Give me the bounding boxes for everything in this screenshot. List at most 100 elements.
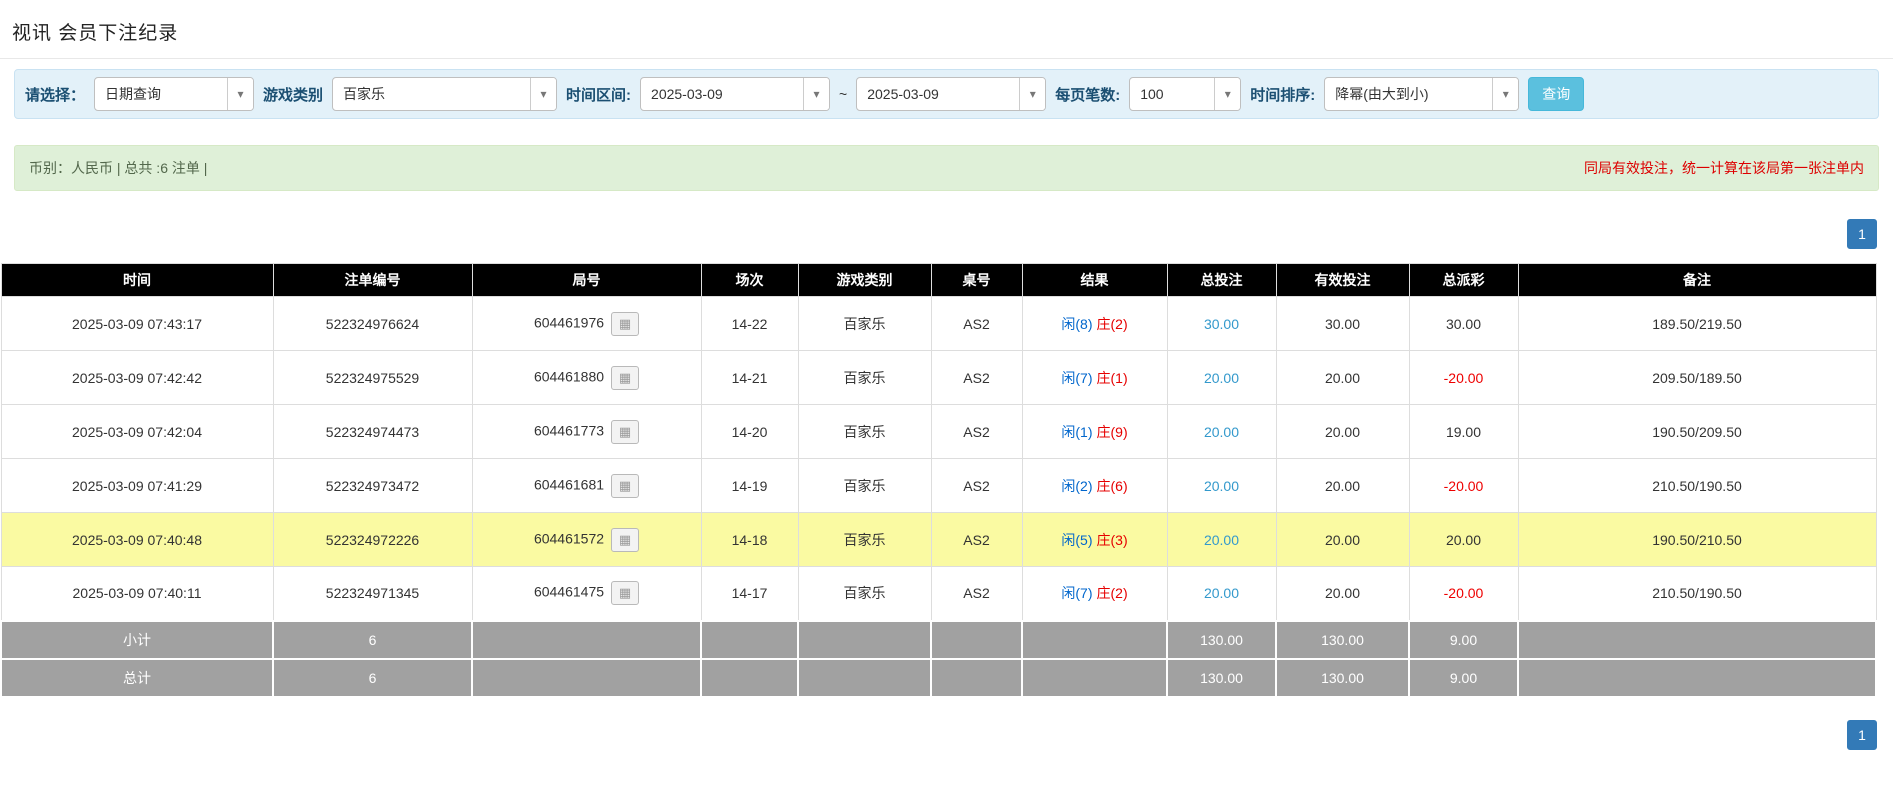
subtotal-payout: 9.00 bbox=[1408, 619, 1519, 660]
query-type-value: 日期查询 bbox=[105, 86, 162, 102]
chevron-down-icon[interactable]: ▾ bbox=[803, 78, 830, 110]
time-sort-value: 降幂(由大到小) bbox=[1335, 86, 1429, 102]
page-size-value: 100 bbox=[1140, 86, 1164, 102]
cell-result: 闲(5) 庄(3) bbox=[1021, 512, 1168, 567]
total-valid-bet: 130.00 bbox=[1275, 657, 1410, 698]
cell-valid-bet: 20.00 bbox=[1275, 458, 1410, 513]
cell-table: AS2 bbox=[930, 296, 1023, 351]
cell-result: 闲(7) 庄(1) bbox=[1021, 350, 1168, 405]
cell-valid-bet: 20.00 bbox=[1275, 512, 1410, 567]
round-number: 604461976 bbox=[533, 314, 605, 331]
result-banker: 庄(6) bbox=[1096, 477, 1128, 494]
query-type-select[interactable]: 日期查询 ▾ bbox=[94, 77, 255, 111]
total-bet-link[interactable]: 20.00 bbox=[1204, 532, 1239, 548]
cell-valid-bet: 20.00 bbox=[1275, 350, 1410, 405]
subtotal-valid-bet: 130.00 bbox=[1275, 619, 1410, 660]
cell-note: 190.50/210.50 bbox=[1517, 512, 1877, 567]
result-banker: 庄(3) bbox=[1096, 531, 1128, 548]
game-type-select[interactable]: 百家乐 ▾ bbox=[332, 77, 558, 111]
cell-bet-id: 522324973472 bbox=[272, 458, 473, 513]
round-number: 604461681 bbox=[533, 476, 605, 493]
game-road-icon[interactable]: ▦ bbox=[611, 527, 640, 552]
cell-bet-id: 522324971345 bbox=[272, 566, 473, 621]
total-bet-link[interactable]: 20.00 bbox=[1204, 478, 1239, 494]
round-number: 604461572 bbox=[533, 530, 605, 547]
cell-payout: 19.00 bbox=[1408, 404, 1519, 459]
game-road-icon[interactable]: ▦ bbox=[611, 365, 640, 390]
query-type-label: 请选择： bbox=[25, 86, 86, 104]
subtotal-count: 6 bbox=[272, 619, 473, 660]
game-type-value: 百家乐 bbox=[343, 86, 386, 102]
cell-note: 210.50/190.50 bbox=[1517, 458, 1877, 513]
col-header-note: 备注 bbox=[1517, 263, 1877, 297]
cell-result: 闲(8) 庄(2) bbox=[1021, 296, 1168, 351]
page-size-select[interactable]: 100 ▾ bbox=[1129, 77, 1242, 111]
date-to-value: 2025-03-09 bbox=[867, 86, 939, 102]
filter-bar: 请选择： 日期查询 ▾ 游戏类别 百家乐 ▾ 时间区间: 2025-03-09 … bbox=[14, 69, 1879, 119]
col-header-time: 时间 bbox=[0, 263, 274, 297]
cell-game-type: 百家乐 bbox=[797, 458, 932, 513]
table-row: 2025-03-09 07:43:17 522324976624 6044619… bbox=[0, 296, 1877, 351]
cell-game-type: 百家乐 bbox=[797, 296, 932, 351]
cell-total-bet: 20.00 bbox=[1166, 512, 1277, 567]
search-button[interactable]: 查询 bbox=[1528, 77, 1585, 111]
currency-total-summary: 币别：人民币 | 总共 :6 注单 | bbox=[29, 160, 208, 176]
cell-note: 190.50/209.50 bbox=[1517, 404, 1877, 459]
cell-game-type: 百家乐 bbox=[797, 404, 932, 459]
cell-result: 闲(1) 庄(9) bbox=[1021, 404, 1168, 459]
chevron-down-icon[interactable]: ▾ bbox=[530, 78, 557, 110]
total-bet-link[interactable]: 20.00 bbox=[1204, 370, 1239, 386]
result-banker: 庄(2) bbox=[1096, 585, 1128, 602]
chevron-down-icon[interactable]: ▾ bbox=[227, 78, 254, 110]
cell-round: 604461880 ▦ bbox=[471, 350, 702, 405]
cell-round: 604461976 ▦ bbox=[471, 296, 702, 351]
result-player: 闲(5) bbox=[1061, 531, 1093, 548]
page-title: 视讯 会员下注纪录 bbox=[12, 23, 179, 44]
pagination-page-1[interactable]: 1 bbox=[1847, 219, 1877, 249]
pagination-bottom: 1 bbox=[0, 719, 1893, 774]
game-type-label: 游戏类别 bbox=[263, 86, 324, 104]
subtotal-label: 小计 bbox=[0, 619, 274, 660]
game-road-icon[interactable]: ▦ bbox=[611, 581, 640, 606]
total-bet-link[interactable]: 30.00 bbox=[1204, 316, 1239, 332]
cell-time: 2025-03-09 07:41:29 bbox=[0, 458, 274, 513]
pagination-top: 1 bbox=[0, 219, 1893, 249]
result-banker: 庄(1) bbox=[1096, 369, 1128, 386]
col-header-game-type: 游戏类别 bbox=[797, 263, 932, 297]
game-road-icon[interactable]: ▦ bbox=[611, 473, 640, 498]
chevron-down-icon[interactable]: ▾ bbox=[1019, 78, 1046, 110]
table-row: 2025-03-09 07:40:11 522324971345 6044614… bbox=[0, 566, 1877, 621]
total-count: 6 bbox=[272, 657, 473, 698]
cell-total-bet: 20.00 bbox=[1166, 404, 1277, 459]
total-bet-link[interactable]: 20.00 bbox=[1204, 585, 1239, 601]
cell-note: 189.50/219.50 bbox=[1517, 296, 1877, 351]
cell-result: 闲(7) 庄(2) bbox=[1021, 566, 1168, 621]
pagination-page-1[interactable]: 1 bbox=[1847, 719, 1877, 750]
cell-total-bet: 20.00 bbox=[1166, 566, 1277, 621]
date-to-select[interactable]: 2025-03-09 ▾ bbox=[856, 77, 1047, 111]
col-header-total-bet: 总投注 bbox=[1166, 263, 1277, 297]
cell-note: 210.50/190.50 bbox=[1517, 566, 1877, 621]
result-banker: 庄(2) bbox=[1096, 315, 1128, 332]
cell-total-bet: 20.00 bbox=[1166, 458, 1277, 513]
game-road-icon[interactable]: ▦ bbox=[611, 311, 640, 336]
result-player: 闲(7) bbox=[1061, 585, 1093, 602]
cell-result: 闲(2) 庄(6) bbox=[1021, 458, 1168, 513]
result-player: 闲(7) bbox=[1061, 369, 1093, 386]
cell-round: 604461773 ▦ bbox=[471, 404, 702, 459]
chevron-down-icon[interactable]: ▾ bbox=[1214, 78, 1241, 110]
cell-payout: -20.00 bbox=[1408, 350, 1519, 405]
cell-valid-bet: 20.00 bbox=[1275, 404, 1410, 459]
cell-payout: 30.00 bbox=[1408, 296, 1519, 351]
table-row: 2025-03-09 07:42:04 522324974473 6044617… bbox=[0, 404, 1877, 459]
cell-table: AS2 bbox=[930, 512, 1023, 567]
cell-table: AS2 bbox=[930, 566, 1023, 621]
chevron-down-icon[interactable]: ▾ bbox=[1492, 78, 1519, 110]
cell-bet-id: 522324975529 bbox=[272, 350, 473, 405]
result-player: 闲(8) bbox=[1061, 315, 1093, 332]
time-sort-select[interactable]: 降幂(由大到小) ▾ bbox=[1324, 77, 1520, 111]
cell-time: 2025-03-09 07:42:04 bbox=[0, 404, 274, 459]
game-road-icon[interactable]: ▦ bbox=[611, 419, 640, 444]
date-from-select[interactable]: 2025-03-09 ▾ bbox=[640, 77, 831, 111]
total-bet-link[interactable]: 20.00 bbox=[1204, 424, 1239, 440]
